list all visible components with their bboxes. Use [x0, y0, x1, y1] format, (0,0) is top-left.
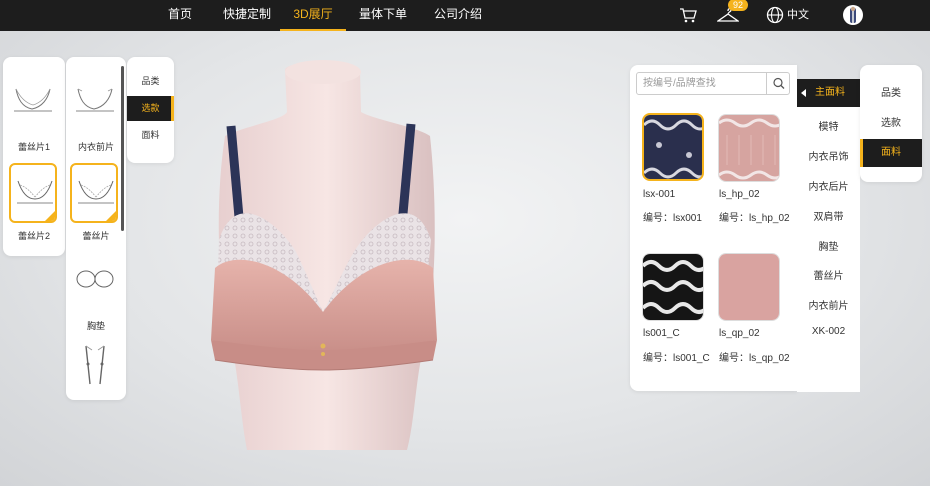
fabric-code: 编号：ls001_C: [643, 349, 710, 364]
fabric-name: ls_hp_02: [719, 189, 760, 200]
category-pendant[interactable]: 内衣吊饰: [797, 148, 860, 163]
cart-badge: 92: [728, 0, 748, 11]
nav-company-intro[interactable]: 公司介绍: [430, 0, 486, 31]
tab-fabric[interactable]: 面料: [860, 139, 922, 167]
code-value: ls_qp_02: [749, 353, 790, 364]
code-value: ls_hp_02: [749, 213, 790, 224]
tab-fabric[interactable]: 面料: [127, 123, 174, 148]
code-value: lsx001: [673, 213, 702, 224]
fabric-name: lsx-001: [643, 189, 676, 200]
nav-measure-order[interactable]: 量体下单: [355, 0, 411, 31]
search-box: [636, 72, 790, 95]
selected-corner-mark: [45, 211, 55, 221]
part-thumb-pad[interactable]: [71, 255, 119, 315]
search-button[interactable]: [766, 73, 790, 94]
bra-front-icon: [76, 88, 114, 112]
strap-icon: [85, 345, 105, 385]
fabric-name: ls_qp_02: [719, 328, 760, 339]
fabric-code: 编号：lsx001: [643, 209, 702, 224]
category-front-piece[interactable]: 内衣前片: [797, 297, 860, 312]
lace-cup-icon: [78, 180, 114, 204]
pink-plain-swatch: [719, 254, 779, 320]
pink-lace-swatch: [719, 115, 779, 181]
category-lace-piece[interactable]: 蕾丝片: [797, 267, 860, 282]
cart-icon[interactable]: [679, 6, 697, 24]
tab-category[interactable]: 品类: [860, 80, 922, 108]
search-icon: [773, 77, 785, 89]
part-thumb-lace[interactable]: [70, 163, 118, 223]
part-label: 蕾丝片1: [17, 142, 50, 152]
search-input[interactable]: [637, 73, 765, 94]
fabric-swatch-ls-qp-02[interactable]: [718, 253, 780, 321]
category-xk-002[interactable]: XK-002: [797, 326, 860, 337]
category-main-fabric[interactable]: 主面料: [797, 79, 860, 107]
left-tab-panel: 品类 选款 面料: [127, 57, 174, 163]
mannequin-bra-render: [211, 60, 437, 450]
category-double-strap[interactable]: 双肩带: [797, 208, 860, 223]
part-thumb-bra-front[interactable]: [71, 75, 119, 135]
caret-left-icon: [801, 89, 806, 97]
3d-model-viewport[interactable]: [175, 40, 630, 486]
globe-icon[interactable]: [766, 6, 784, 24]
nav-3d-showroom[interactable]: 3D展厅: [280, 0, 346, 31]
part-label: 蕾丝片2: [17, 231, 50, 241]
category-model[interactable]: 模特: [797, 118, 860, 133]
fabric-code: 编号：ls_hp_02: [719, 209, 790, 224]
black-lace-swatch: [643, 254, 703, 320]
category-back-piece[interactable]: 内衣后片: [797, 178, 860, 193]
nav-quick-custom[interactable]: 快捷定制: [219, 0, 275, 31]
fabric-swatch-ls001-c[interactable]: [642, 253, 704, 321]
lace-cup-icon: [17, 180, 53, 204]
fabric-swatch-ls-hp-02[interactable]: [718, 114, 780, 182]
code-prefix: 编号：: [643, 353, 673, 364]
top-nav-bar: 首页 快捷定制 3D展厅 量体下单 公司介绍 92 中文: [0, 0, 930, 31]
part-thumb-lace-1[interactable]: [9, 75, 57, 135]
tab-category[interactable]: 品类: [127, 69, 174, 94]
tab-style[interactable]: 选款: [127, 96, 174, 121]
bra-outline-icon: [14, 88, 52, 112]
tab-style[interactable]: 选款: [860, 110, 922, 138]
part-label: 胸垫: [86, 321, 105, 331]
code-value: ls001_C: [673, 353, 710, 364]
code-prefix: 编号：: [719, 353, 749, 364]
category-pad[interactable]: 胸垫: [797, 238, 860, 253]
navy-lace-swatch: [644, 115, 702, 179]
code-prefix: 编号：: [643, 213, 673, 224]
part-label: 内衣前片: [77, 142, 114, 152]
nav-home[interactable]: 首页: [160, 0, 200, 31]
pad-icon: [76, 270, 114, 288]
fabric-swatch-lsx-001[interactable]: [642, 113, 704, 181]
part-thumb-lace-2[interactable]: [9, 163, 57, 223]
code-prefix: 编号：: [719, 213, 749, 224]
user-figure-icon: [850, 6, 856, 23]
selected-corner-mark: [106, 211, 116, 221]
part-thumb-strap[interactable]: [71, 340, 119, 395]
fabric-code: 编号：ls_qp_02: [719, 349, 790, 364]
language-switch[interactable]: 中文: [787, 0, 809, 31]
avatar[interactable]: [843, 5, 863, 25]
part-label: 蕾丝片: [82, 231, 110, 241]
fabric-name: ls001_C: [643, 328, 680, 339]
